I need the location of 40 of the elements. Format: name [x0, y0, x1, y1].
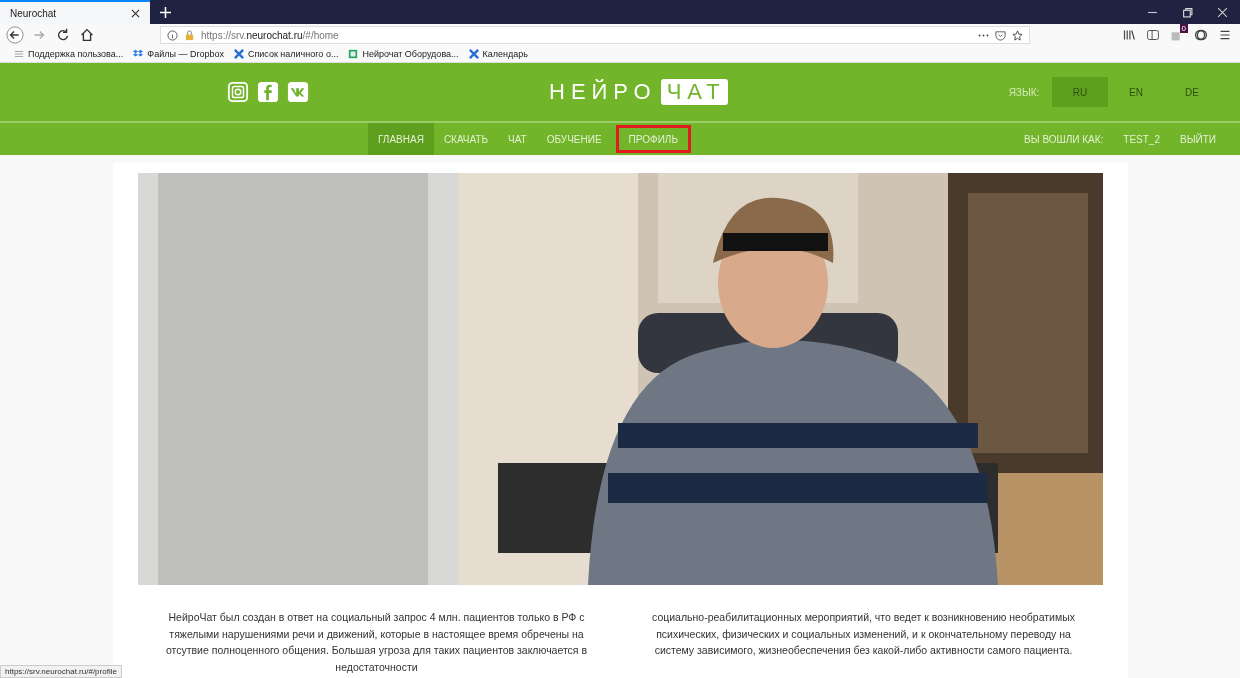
paragraph: НейроЧат был создан в ответ на социальный запрос 4 млн. пациентов только в РФ с тяжелыми нарушениями речи и движений, которые в настоящее время обречены на отсутвие полноценного общения. Большая угроза для таких пациентов заключается в недостаточности	[164, 610, 589, 675]
logo[interactable]: НЕЙРО ЧАТ	[549, 79, 728, 105]
paragraph: социально-реабилитационных мероприятий, что ведет к возникновению необратимых психических, физических и социальных изменений, и к окончательному переводу на систему зависимого, жизнеобеспечения без какой-либо активности самого пациента.	[651, 610, 1076, 658]
nav-link[interactable]: ОБУЧЕНИЕ	[536, 123, 612, 155]
lines-icon	[14, 49, 24, 59]
vk-icon[interactable]	[287, 81, 309, 103]
home-icon[interactable]	[78, 26, 96, 44]
restore-icon[interactable]	[1182, 6, 1193, 18]
lock-icon[interactable]	[184, 29, 195, 41]
cross-icon	[233, 49, 244, 59]
address-bar[interactable]: https://srv.neurochat.ru/#/home	[160, 26, 1030, 44]
nav-link[interactable]: ГЛАВНАЯ	[368, 123, 434, 155]
language-option[interactable]: RU	[1052, 77, 1108, 107]
language-option[interactable]: DE	[1164, 77, 1220, 107]
facebook-icon[interactable]	[257, 81, 279, 103]
star-icon[interactable]	[1012, 29, 1023, 41]
logged-in-label: ВЫ ВОШЛИ КАК:	[1023, 132, 1105, 147]
info-icon[interactable]	[167, 29, 178, 41]
notification-badge: 0	[1179, 24, 1188, 33]
nav-link[interactable]: ЧАТ	[498, 123, 537, 155]
close-icon[interactable]	[131, 8, 140, 18]
logout-link[interactable]: ВЫЙТИ	[1170, 123, 1226, 155]
bookmark[interactable]: Нейрочат Оборудова...	[348, 49, 459, 59]
bookmark[interactable]: Список наличного о...	[233, 49, 339, 59]
language-label: ЯЗЫК:	[1007, 86, 1041, 98]
bookmark[interactable]: Календарь	[468, 49, 528, 59]
new-tab-icon[interactable]	[160, 6, 171, 18]
language-option[interactable]: EN	[1108, 77, 1164, 107]
instagram-icon[interactable]	[227, 81, 249, 103]
username-link[interactable]: TEST_2	[1113, 123, 1170, 155]
box-icon	[133, 49, 144, 59]
back-icon[interactable]	[6, 26, 24, 44]
browser-tab[interactable]: Neurochat	[0, 0, 150, 24]
bookmark[interactable]: Файлы — Dropbox	[133, 49, 224, 59]
sheet-icon	[348, 49, 359, 59]
nav-link[interactable]: ПРОФИЛЬ	[615, 125, 691, 153]
bookmark[interactable]: Поддержка пользова...	[14, 49, 124, 59]
nav-link[interactable]: СКАЧАТЬ	[433, 123, 499, 155]
pocket-icon[interactable]	[995, 29, 1006, 41]
cross-icon	[468, 49, 479, 59]
